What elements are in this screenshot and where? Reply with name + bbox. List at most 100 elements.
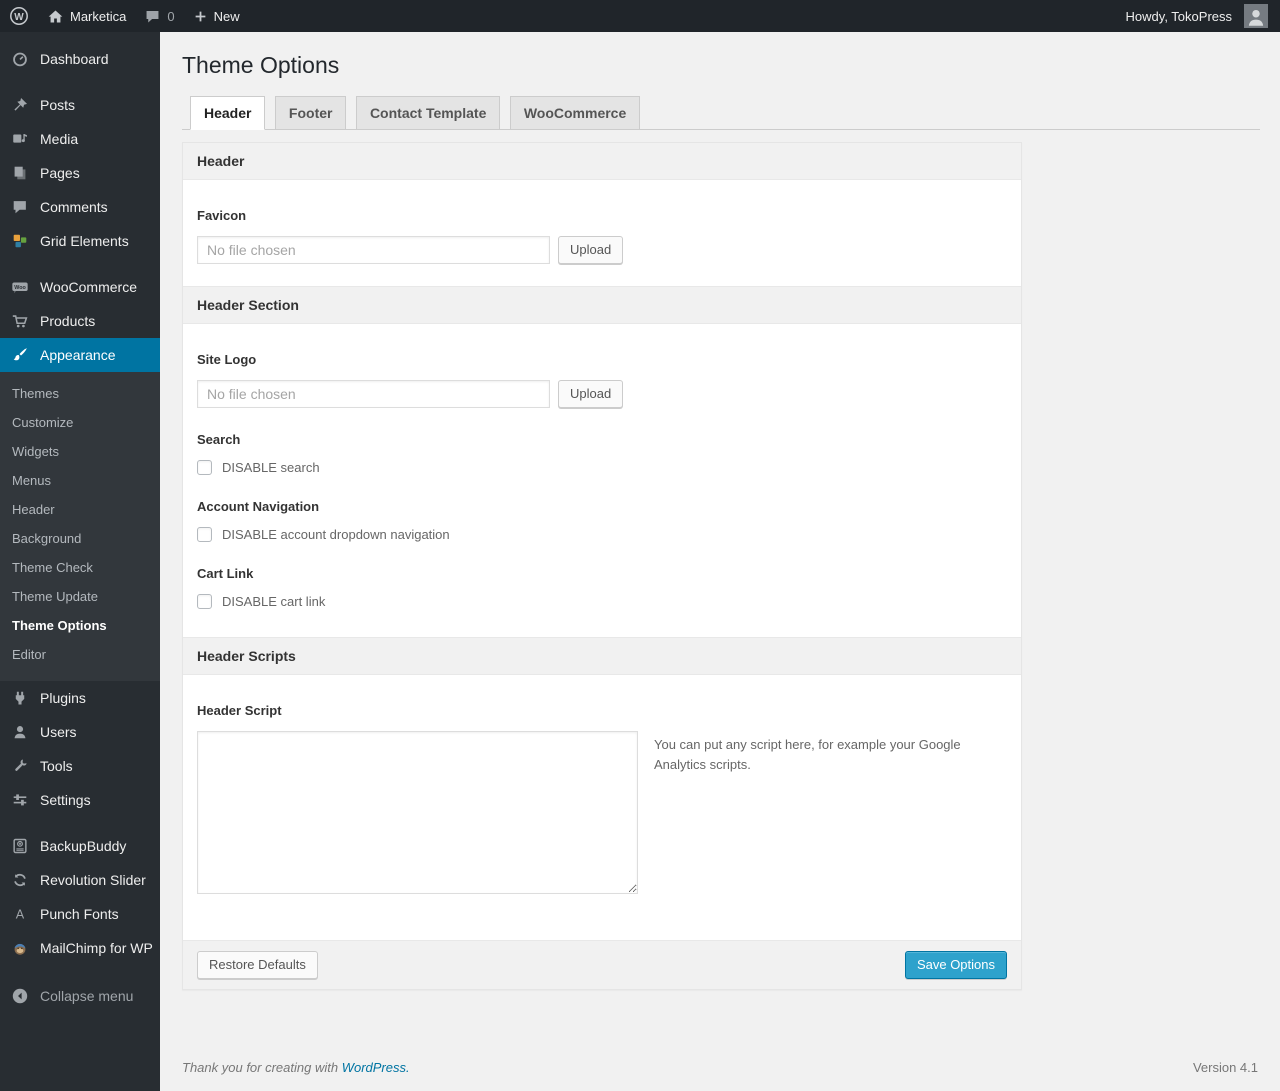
sidebar-item-label: Revolution Slider	[40, 872, 146, 888]
submenu-item-customize[interactable]: Customize	[0, 408, 160, 437]
sidebar-item-label: BackupBuddy	[40, 838, 127, 854]
tab-woocommerce[interactable]: WooCommerce	[509, 96, 641, 129]
letter-a-icon: A	[8, 905, 32, 923]
sidebar-item-label: Comments	[40, 199, 108, 215]
sidebar-item-media[interactable]: Media	[0, 122, 160, 156]
sidebar-item-label: MailChimp for WP	[40, 940, 153, 956]
site-link[interactable]: Marketica	[38, 0, 135, 32]
header-section-fields: Site Logo Upload Search DISABLE search A…	[183, 324, 1021, 637]
sidebar-item-label: Grid Elements	[40, 233, 129, 249]
header-script-label: Header Script	[197, 703, 282, 718]
sidebar-item-backupbuddy[interactable]: BackupBuddy	[0, 829, 160, 863]
sidebar-item-label: Punch Fonts	[40, 906, 119, 922]
site-logo-file-input[interactable]	[197, 380, 550, 408]
wordpress-logo-icon: W	[9, 6, 29, 26]
sidebar-item-label: Users	[40, 724, 77, 740]
submenu-item-background[interactable]: Background	[0, 524, 160, 553]
sidebar-item-dashboard[interactable]: Dashboard	[0, 42, 160, 76]
backup-drive-icon	[8, 837, 32, 855]
collapse-menu-label: Collapse menu	[40, 988, 134, 1004]
disable-account-nav-checkbox[interactable]	[197, 527, 212, 542]
disable-search-text: DISABLE search	[222, 460, 320, 475]
tab-contact-template[interactable]: Contact Template	[355, 96, 501, 129]
favicon-file-input[interactable]	[197, 236, 550, 264]
pages-icon	[8, 164, 32, 182]
favicon-section: Favicon Upload	[183, 180, 1021, 286]
page-footer: Thank you for creating with WordPress. V…	[182, 1050, 1260, 1091]
collapse-menu-button[interactable]: Collapse menu	[0, 979, 160, 1013]
tab-header[interactable]: Header	[190, 96, 266, 130]
sidebar-item-posts[interactable]: Posts	[0, 88, 160, 122]
submenu-item-themes[interactable]: Themes	[0, 379, 160, 408]
save-options-button[interactable]: Save Options	[904, 951, 1007, 979]
sidebar-item-settings[interactable]: Settings	[0, 783, 160, 817]
sidebar-item-label: Dashboard	[40, 51, 109, 67]
svg-text:W: W	[14, 12, 24, 23]
submenu-item-theme-update[interactable]: Theme Update	[0, 582, 160, 611]
sidebar-item-mailchimp[interactable]: MailChimp for WP	[0, 931, 160, 965]
menu-separator	[0, 258, 160, 270]
submenu-item-theme-options[interactable]: Theme Options	[0, 611, 160, 640]
wordpress-link[interactable]: WordPress.	[342, 1060, 410, 1075]
submenu-item-menus[interactable]: Menus	[0, 466, 160, 495]
menu-separator	[0, 76, 160, 88]
sidebar-item-label: Media	[40, 131, 79, 147]
site-logo-label: Site Logo	[197, 352, 257, 367]
sidebar-item-users[interactable]: Users	[0, 715, 160, 749]
header-script-textarea[interactable]	[197, 731, 638, 894]
theme-options-panel: Header Favicon Upload Header Section Sit…	[182, 142, 1022, 990]
submenu-item-widgets[interactable]: Widgets	[0, 437, 160, 466]
site-name: Marketica	[70, 8, 127, 24]
sidebar-item-label: Products	[40, 313, 96, 329]
paintbrush-icon	[8, 346, 32, 364]
admin-sidebar: Dashboard Posts Media Pages Comments Gri…	[0, 32, 168, 1091]
avatar[interactable]	[1244, 4, 1268, 28]
wordpress-logo-menu[interactable]: W	[0, 0, 38, 32]
home-icon	[47, 8, 64, 25]
plug-icon	[8, 689, 32, 707]
sidebar-item-woocommerce[interactable]: Woo WooCommerce	[0, 270, 160, 304]
collapse-arrow-icon	[8, 987, 32, 1005]
sidebar-item-comments[interactable]: Comments	[0, 190, 160, 224]
comments-shortcut[interactable]: 0	[135, 0, 183, 32]
cart-icon	[8, 312, 32, 330]
footer-thanks: Thank you for creating with WordPress.	[182, 1060, 410, 1075]
new-label: New	[213, 8, 240, 24]
submenu-item-header[interactable]: Header	[0, 495, 160, 524]
site-logo-upload-button[interactable]: Upload	[558, 380, 624, 408]
account-menu[interactable]: Howdy, TokoPress	[1117, 0, 1236, 32]
sliders-icon	[8, 791, 32, 809]
speech-bubble-icon	[8, 198, 32, 216]
sidebar-item-label: Tools	[40, 758, 73, 774]
pushpin-icon	[8, 96, 32, 114]
disable-cart-link-checkbox[interactable]	[197, 594, 212, 609]
sidebar-item-label: Appearance	[40, 347, 116, 363]
mailchimp-monkey-icon	[8, 939, 32, 957]
svg-text:Woo: Woo	[14, 285, 26, 291]
cart-link-label: Cart Link	[197, 566, 254, 581]
new-content-menu[interactable]: New	[184, 0, 249, 32]
section-header: Header	[183, 143, 1021, 180]
submenu-item-editor[interactable]: Editor	[0, 640, 160, 669]
wrench-icon	[8, 757, 32, 775]
sidebar-item-label: Pages	[40, 165, 80, 181]
submenu-item-theme-check[interactable]: Theme Check	[0, 553, 160, 582]
sidebar-item-pages[interactable]: Pages	[0, 156, 160, 190]
tab-footer[interactable]: Footer	[274, 96, 347, 129]
woocommerce-badge-icon: Woo	[8, 278, 32, 296]
disable-search-checkbox[interactable]	[197, 460, 212, 475]
sidebar-item-products[interactable]: Products	[0, 304, 160, 338]
restore-defaults-button[interactable]: Restore Defaults	[197, 951, 318, 979]
sidebar-item-plugins[interactable]: Plugins	[0, 681, 160, 715]
main-content: Theme Options Header Footer Contact Temp…	[160, 32, 1280, 1091]
admin-bar: W Marketica 0 New Howdy, TokoPress	[0, 0, 1280, 32]
favicon-label: Favicon	[197, 208, 247, 223]
favicon-upload-button[interactable]: Upload	[558, 236, 624, 264]
header-script-help: You can put any script here, for example…	[654, 737, 961, 772]
sidebar-item-punch-fonts[interactable]: A Punch Fonts	[0, 897, 160, 931]
sidebar-item-grid-elements[interactable]: Grid Elements	[0, 224, 160, 258]
menu-separator	[0, 817, 160, 829]
sidebar-item-tools[interactable]: Tools	[0, 749, 160, 783]
sidebar-item-appearance[interactable]: Appearance	[0, 338, 168, 372]
sidebar-item-revolution-slider[interactable]: Revolution Slider	[0, 863, 160, 897]
